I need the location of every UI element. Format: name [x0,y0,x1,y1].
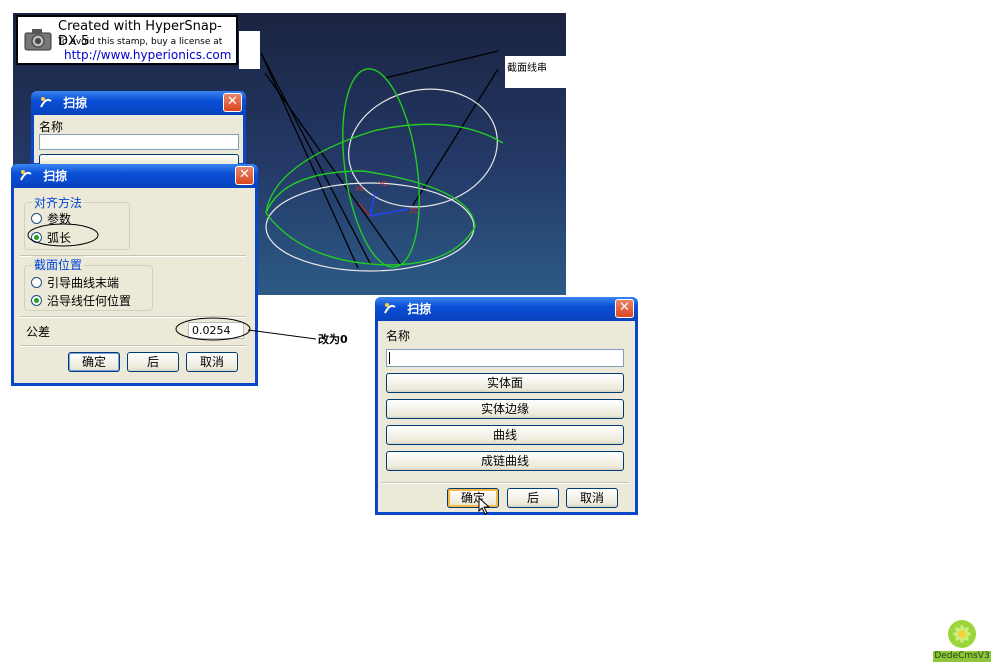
option-anywhere-label: 沿导线任何位置 [47,294,132,308]
dialog-title: 扫掠 [43,169,68,183]
separator [20,345,246,347]
name-label: 名称 [386,329,411,343]
separator [382,482,629,484]
cancel-button[interactable]: 取消 [566,488,618,508]
svg-text:ZC: ZC [409,207,419,215]
sweep-icon [383,299,397,314]
close-icon[interactable]: ✕ [615,299,634,318]
svg-text:YC: YC [378,180,388,188]
tolerance-label: 公差 [26,325,51,339]
curve-button[interactable]: 曲线 [386,425,624,445]
text-caret [389,352,390,364]
section-curve-callout: 截面线串 [505,56,566,88]
camera-icon [24,29,52,51]
stamp-notice: To avoid this stamp, buy a license at [58,37,223,47]
close-icon[interactable]: ✕ [223,93,242,112]
section-position-title: 截面位置 [32,256,85,273]
solid-edge-button[interactable]: 实体边缘 [386,399,624,419]
logo-text: DedeCmsV3 [933,651,991,662]
dialog-titlebar[interactable]: 扫掠 ✕ [375,297,638,321]
svg-text:XC: XC [355,185,364,193]
section-curve-label: 截面线串 [507,63,547,74]
annotation-leader-line [247,329,317,340]
name-field[interactable] [39,134,239,150]
ok-button[interactable]: 确定 [68,352,120,372]
tolerance-highlight-ellipse [175,317,251,341]
sweep-icon [39,93,53,108]
name-label: 名称 [39,120,64,134]
option-guide-end-label: 引导曲线末端 [47,276,120,290]
back-button[interactable]: 后 [127,352,179,372]
radio-guide-end[interactable] [31,277,42,288]
dialog-title: 扫掠 [63,96,88,110]
close-icon[interactable]: ✕ [235,166,254,185]
dialog-titlebar[interactable]: 扫掠 ✕ [11,164,258,188]
radio-anywhere-along-guide[interactable] [31,295,42,306]
solid-face-button[interactable]: 实体面 [386,373,624,393]
name-input[interactable] [386,349,624,367]
sweep-dialog-back: 扫掠 ✕ 名称 [31,91,246,166]
sweep-dialog-options: 扫掠 ✕ 对齐方法 参数 弧长 截面位置 引导曲线末端 沿导线任何位置 公差 0… [11,164,258,386]
align-method-title: 对齐方法 [32,194,85,211]
hypersnap-stamp: Created with HyperSnap-DX 5 To avoid thi… [16,15,238,65]
callout-box-left [239,31,260,69]
dedecms-logo: DedeCmsV3 [933,614,991,662]
chained-curve-button[interactable]: 成链曲线 [386,451,624,471]
highlight-ellipse [27,223,99,247]
cancel-button[interactable]: 取消 [186,352,238,372]
stamp-url[interactable]: http://www.hyperionics.com [64,48,231,62]
annotation-text: 改为0 [318,333,348,346]
sweep-dialog-selection: 扫掠 ✕ 名称 实体面 实体边缘 曲线 成链曲线 确定 后 取消 [375,297,638,515]
dialog-title: 扫掠 [407,302,432,316]
sweep-icon [19,166,33,181]
dialog-titlebar[interactable]: 扫掠 ✕ [31,91,246,115]
cursor-icon [478,497,491,515]
back-button[interactable]: 后 [507,488,559,508]
flower-icon [948,620,976,648]
